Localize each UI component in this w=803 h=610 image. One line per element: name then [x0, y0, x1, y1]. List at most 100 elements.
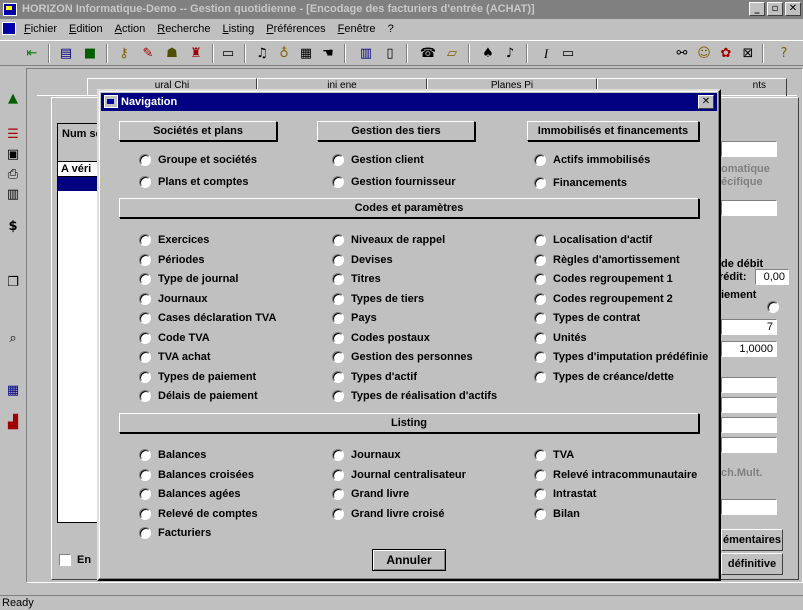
- radio-listing-item[interactable]: Relevé de comptes: [139, 507, 258, 521]
- radio-codes-item[interactable]: Localisation d'actif: [534, 233, 652, 247]
- menu-fichier[interactable]: Fichier: [18, 19, 63, 39]
- right-field-7[interactable]: [721, 499, 777, 515]
- radio-listing-item[interactable]: Balances agées: [139, 487, 241, 501]
- radio-codes-item[interactable]: Types de réalisation d'actifs: [332, 389, 497, 403]
- right-field-1[interactable]: [721, 141, 777, 157]
- field-7[interactable]: 7: [721, 319, 777, 335]
- radio-gestion-client[interactable]: Gestion client: [332, 153, 424, 167]
- cancel-button[interactable]: Annuler: [372, 549, 446, 571]
- radio-codes-item[interactable]: Périodes: [139, 253, 204, 267]
- radio-codes-item[interactable]: Types de paiement: [139, 370, 256, 384]
- en-checkbox[interactable]: [59, 554, 71, 566]
- paiement-radio[interactable]: [767, 301, 786, 313]
- radio-codes-item[interactable]: Journaux: [139, 292, 208, 306]
- radio-listing-item[interactable]: Facturiers: [139, 526, 211, 540]
- flower-icon[interactable]: ✿: [716, 44, 736, 63]
- calendar-icon[interactable]: ▥: [356, 44, 376, 63]
- save-icon[interactable]: ■: [80, 44, 100, 63]
- radio-codes-item[interactable]: TVA achat: [139, 350, 211, 364]
- radio-codes-item[interactable]: Types d'imputation prédéfinie: [534, 350, 708, 364]
- menu-fenetre[interactable]: Fenêtre: [332, 19, 382, 39]
- radio-codes-item[interactable]: Types de créance/dette: [534, 370, 674, 384]
- phone-icon[interactable]: ☎: [418, 44, 438, 63]
- credit-field[interactable]: 0,00: [755, 269, 789, 285]
- key-icon[interactable]: ⚷: [114, 44, 134, 63]
- radio-financements[interactable]: Financements: [534, 176, 627, 190]
- bell-icon[interactable]: ♫: [252, 44, 272, 63]
- window-icon[interactable]: ▭: [218, 44, 238, 63]
- calculator-icon[interactable]: ▦: [296, 44, 316, 63]
- minimize-button[interactable]: _: [749, 2, 765, 16]
- page-icon[interactable]: ▯: [380, 44, 400, 63]
- radio-codes-item[interactable]: Titres: [332, 272, 381, 286]
- radio-listing-item[interactable]: Grand livre croisé: [332, 507, 445, 521]
- radio-codes-item[interactable]: Unités: [534, 331, 587, 345]
- close-box-icon[interactable]: ⊠: [738, 44, 758, 63]
- spade-icon[interactable]: ♠: [478, 44, 498, 63]
- keyboard-icon[interactable]: ▭: [558, 44, 578, 63]
- complementaires-button[interactable]: émentaires: [721, 529, 783, 551]
- disk-icon[interactable]: ▣: [4, 146, 22, 164]
- printer-icon[interactable]: ⎙: [4, 166, 22, 184]
- radio-listing-item[interactable]: Journal centralisateur: [332, 468, 466, 482]
- radio-codes-item[interactable]: Devises: [332, 253, 393, 267]
- help-icon[interactable]: ?: [774, 44, 794, 63]
- radio-listing-item[interactable]: TVA: [534, 448, 574, 462]
- up-icon[interactable]: ▲: [4, 90, 22, 108]
- radio-groupe-societes[interactable]: Groupe et sociétés: [139, 153, 257, 167]
- radio-codes-item[interactable]: Codes postaux: [332, 331, 430, 345]
- edit-icon[interactable]: ✎: [138, 44, 158, 63]
- menu-listing[interactable]: Listing: [216, 19, 260, 39]
- hand-icon[interactable]: ☚: [318, 44, 338, 63]
- list-icon[interactable]: ☰: [4, 126, 22, 144]
- preview-icon[interactable]: ⌕: [4, 330, 22, 348]
- menu-help[interactable]: ?: [382, 19, 400, 39]
- radio-codes-item[interactable]: Cases déclaration TVA: [139, 311, 276, 325]
- rate-field[interactable]: 1,0000: [721, 341, 777, 357]
- users-icon[interactable]: ☗: [162, 44, 182, 63]
- chart-icon[interactable]: ▟: [4, 414, 22, 432]
- radio-actifs-immobilises[interactable]: Actifs immobilisés: [534, 153, 650, 167]
- document-icon[interactable]: [2, 22, 16, 35]
- exit-icon[interactable]: ⇤: [22, 44, 42, 63]
- menu-recherche[interactable]: Recherche: [151, 19, 216, 39]
- radio-listing-item[interactable]: Grand livre: [332, 487, 409, 501]
- radio-listing-item[interactable]: Bilan: [534, 507, 580, 521]
- new-doc-icon[interactable]: ▤: [56, 44, 76, 63]
- radio-codes-item[interactable]: Pays: [332, 311, 377, 325]
- maximize-button[interactable]: ▫: [767, 2, 783, 16]
- right-field-3[interactable]: [721, 377, 777, 393]
- right-field-6[interactable]: [721, 437, 777, 453]
- copy-icon[interactable]: ❐: [4, 274, 22, 292]
- italic-icon[interactable]: I: [536, 44, 556, 63]
- trash-icon[interactable]: ▥: [4, 186, 22, 204]
- radio-codes-item[interactable]: Types de tiers: [332, 292, 424, 306]
- menu-edition[interactable]: Edition: [63, 19, 109, 39]
- radio-codes-item[interactable]: Délais de paiement: [139, 389, 258, 403]
- smiley-icon[interactable]: ☺: [694, 44, 714, 63]
- radio-listing-item[interactable]: Balances croisées: [139, 468, 254, 482]
- folder-icon[interactable]: ▱: [442, 44, 462, 63]
- radio-codes-item[interactable]: Type de journal: [139, 272, 238, 286]
- definitive-button[interactable]: définitive: [721, 553, 783, 575]
- radio-codes-item[interactable]: Codes regroupement 2: [534, 292, 673, 306]
- radio-plans-comptes[interactable]: Plans et comptes: [139, 175, 248, 189]
- radio-listing-item[interactable]: Relevé intracommunautaire: [534, 468, 697, 482]
- dollar-icon[interactable]: $: [4, 218, 22, 236]
- right-field-2[interactable]: [721, 200, 777, 216]
- dialog-close-button[interactable]: ✕: [698, 95, 714, 109]
- speaker-icon[interactable]: ♪: [500, 44, 520, 63]
- right-field-5[interactable]: [721, 417, 777, 433]
- radio-gestion-fournisseur[interactable]: Gestion fournisseur: [332, 175, 456, 189]
- money-bag-icon[interactable]: ♁: [274, 44, 294, 63]
- bank-icon[interactable]: ♜: [186, 44, 206, 63]
- radio-listing-item[interactable]: Journaux: [332, 448, 401, 462]
- close-button[interactable]: ✕: [785, 2, 801, 16]
- radio-codes-item[interactable]: Règles d'amortissement: [534, 253, 680, 267]
- radio-codes-item[interactable]: Codes regroupement 1: [534, 272, 673, 286]
- radio-listing-item[interactable]: Intrastat: [534, 487, 596, 501]
- radio-codes-item[interactable]: Exercices: [139, 233, 209, 247]
- radio-codes-item[interactable]: Niveaux de rappel: [332, 233, 445, 247]
- radio-codes-item[interactable]: Types de contrat: [534, 311, 640, 325]
- right-field-4[interactable]: [721, 397, 777, 413]
